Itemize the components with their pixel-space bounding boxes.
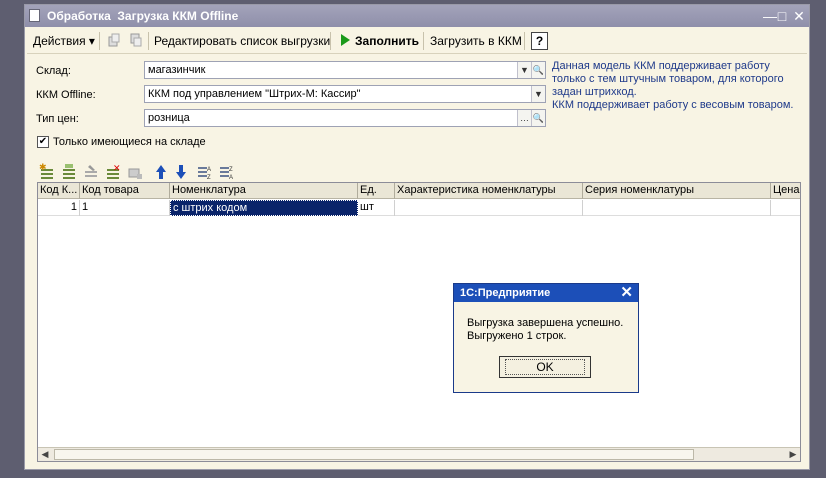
kkm-note: Данная модель ККМ поддерживает работу то… <box>552 60 794 111</box>
search-icon[interactable]: 🔍 <box>531 62 545 78</box>
close-button[interactable]: ✕ <box>790 7 808 25</box>
upload-table[interactable]: Код К... Код товара Номенклатура Ед. Хар… <box>37 182 801 462</box>
chevron-down-icon[interactable]: ▼ <box>531 86 545 102</box>
add-row-icon[interactable]: ✱ <box>38 163 56 181</box>
table-header: Код К... Код товара Номенклатура Ед. Хар… <box>38 183 800 199</box>
dialog-message-line: Выгрузка завершена успешно. <box>467 317 624 329</box>
dialog-title: 1С:Предприятие <box>460 287 551 299</box>
maximize-button[interactable]: □ <box>773 7 791 25</box>
ellipsis-icon[interactable]: … <box>517 110 531 126</box>
document-icon <box>29 9 40 22</box>
edit-list-button[interactable]: Редактировать список выгрузки <box>154 32 330 50</box>
column-header[interactable]: Номенклатура <box>170 183 358 199</box>
window-title: Обработка Загрузка ККМ Offline <box>47 9 239 23</box>
title-bar: Обработка Загрузка ККМ Offline — □ ✕ <box>25 5 809 27</box>
search-icon[interactable]: 🔍 <box>531 110 545 126</box>
table-cell[interactable] <box>395 200 583 216</box>
horizontal-scrollbar[interactable]: ◀ ▶ <box>38 447 800 461</box>
price-type-label: Тип цен: <box>36 113 79 125</box>
dialog-title-bar: 1С:Предприятие ✕ <box>454 284 638 302</box>
svg-text:Z: Z <box>207 175 211 181</box>
edit-row-icon[interactable] <box>82 163 100 181</box>
play-icon[interactable] <box>338 33 352 47</box>
main-window: Обработка Загрузка ККМ Offline — □ ✕ Дей… <box>24 4 810 470</box>
column-header[interactable]: Серия номенклатуры <box>583 183 771 199</box>
actions-menu[interactable]: Действия ▾ <box>33 32 95 50</box>
sort-descending-icon[interactable]: ZA <box>218 163 236 181</box>
move-down-icon[interactable] <box>172 163 190 181</box>
fill-button[interactable]: Заполнить <box>355 32 419 50</box>
table-cell[interactable]: 1 <box>80 200 170 216</box>
upload-to-kkm-button[interactable]: Загрузить в ККМ <box>430 32 522 50</box>
kkm-label: ККМ Offline: <box>36 89 96 101</box>
svg-text:Z: Z <box>229 167 233 173</box>
warehouse-label: Склад: <box>36 65 71 77</box>
copy-row-icon[interactable] <box>60 163 78 181</box>
price-type-field[interactable]: розница … 🔍 <box>144 109 546 127</box>
help-button[interactable]: ? <box>531 32 548 50</box>
move-up-icon[interactable] <box>152 163 170 181</box>
table-cell[interactable] <box>583 200 771 216</box>
table-cell[interactable] <box>771 200 800 216</box>
svg-text:✱: ✱ <box>39 163 47 172</box>
table-cell[interactable]: 1 <box>38 200 80 216</box>
dialog-close-icon[interactable]: ✕ <box>620 284 633 302</box>
only-stock-label[interactable]: Только имеющиеся на складе <box>53 136 206 148</box>
svg-text:✕: ✕ <box>113 163 121 173</box>
copy-up-icon[interactable] <box>107 33 121 47</box>
scroll-thumb[interactable] <box>54 449 694 460</box>
chevron-down-icon[interactable]: ▼ <box>517 62 531 78</box>
table-cell[interactable]: шт <box>358 200 395 216</box>
toolbar: Действия ▾ Редактировать список выгрузки… <box>27 28 807 54</box>
sort-ascending-icon[interactable]: AZ <box>196 163 214 181</box>
dialog-message-line: Выгружено 1 строк. <box>467 330 567 342</box>
column-header[interactable]: Характеристика номенклатуры <box>395 183 583 199</box>
copy-down-icon[interactable] <box>129 33 143 47</box>
table-row[interactable]: 1 1 с штрих кодом шт <box>38 200 800 216</box>
only-stock-checkbox[interactable]: ✔ <box>37 136 49 148</box>
mark-row-icon[interactable] <box>126 163 144 181</box>
svg-text:A: A <box>229 175 233 181</box>
column-header[interactable]: Код К... <box>38 183 80 199</box>
warehouse-field[interactable]: магазинчик ▼ 🔍 <box>144 61 546 79</box>
kkm-field[interactable]: ККМ под управлением "Штрих-М: Кассир" ▼ <box>144 85 546 103</box>
delete-row-icon[interactable]: ✕ <box>104 163 122 181</box>
svg-text:A: A <box>207 167 211 173</box>
column-header[interactable]: Цена <box>771 183 800 199</box>
message-dialog: 1С:Предприятие ✕ Выгрузка завершена успе… <box>453 283 639 393</box>
scroll-left-icon[interactable]: ◀ <box>38 448 52 461</box>
scroll-right-icon[interactable]: ▶ <box>786 448 800 461</box>
column-header[interactable]: Код товара <box>80 183 170 199</box>
column-header[interactable]: Ед. <box>358 183 395 199</box>
ok-button[interactable]: OK <box>499 356 591 378</box>
table-cell[interactable]: с штрих кодом <box>170 200 358 216</box>
